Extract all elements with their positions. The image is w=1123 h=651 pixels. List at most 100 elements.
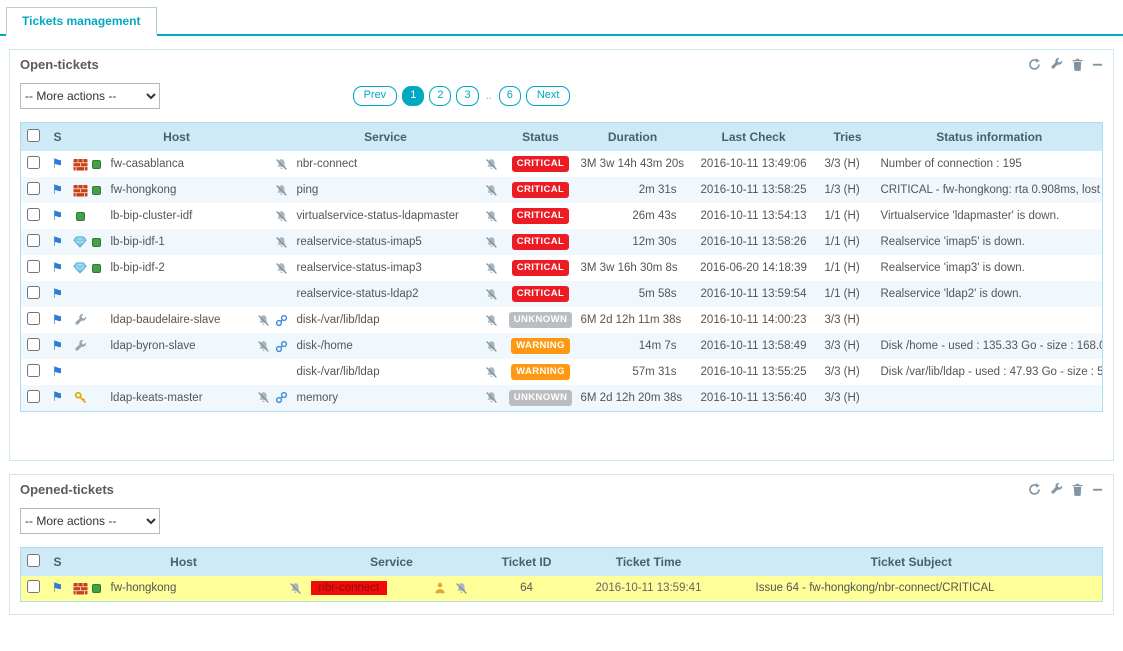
host-link[interactable]: lb-bip-cluster-idf bbox=[111, 210, 193, 222]
host-link[interactable]: fw-hongkong bbox=[111, 582, 177, 594]
trash-icon[interactable] bbox=[1072, 483, 1083, 496]
cell-service-icons bbox=[479, 255, 505, 281]
row-checkbox[interactable] bbox=[27, 208, 40, 221]
status-badge: CRITICAL bbox=[512, 182, 570, 198]
pagination-page-1[interactable]: 1 bbox=[402, 86, 424, 105]
service-link[interactable]: disk-/home bbox=[297, 340, 353, 352]
cell-host: lb-bip-idf-1 bbox=[107, 229, 247, 255]
service-link[interactable]: realservice-status-imap5 bbox=[297, 236, 422, 248]
cell-mid-icons bbox=[247, 177, 293, 203]
pagination-prev[interactable]: Prev bbox=[353, 86, 398, 105]
panel-title: Opened-tickets bbox=[20, 482, 114, 497]
cell-select bbox=[21, 333, 47, 359]
row-checkbox[interactable] bbox=[27, 338, 40, 351]
cell-host bbox=[107, 281, 247, 307]
host-link[interactable]: ldap-keats-master bbox=[111, 392, 203, 404]
cell-status-information: Disk /var/lib/ldap - used : 47.93 Go - s… bbox=[877, 359, 1103, 385]
wrench-icon[interactable] bbox=[1050, 58, 1063, 71]
cell-service: ping bbox=[293, 177, 479, 203]
row-checkbox[interactable] bbox=[27, 312, 40, 325]
wrench-icon[interactable] bbox=[1050, 483, 1063, 496]
cell-duration: 6M 2d 12h 20m 38s bbox=[577, 385, 689, 411]
table-row: ⚑ lb-bip-cluster-idf virtualservice-status… bbox=[21, 203, 1103, 229]
cell-service-icons bbox=[479, 307, 505, 333]
host-link[interactable]: fw-casablanca bbox=[111, 158, 185, 170]
host-link[interactable]: fw-hongkong bbox=[111, 184, 177, 196]
trash-icon[interactable] bbox=[1072, 58, 1083, 71]
cell-host: fw-casablanca bbox=[107, 151, 247, 177]
row-checkbox[interactable] bbox=[27, 286, 40, 299]
table-header-row: S Host Service Ticket ID Ticket Time Tic… bbox=[21, 547, 1103, 576]
service-link[interactable]: nbr-connect bbox=[311, 581, 388, 595]
cell-mid-icons bbox=[247, 229, 293, 255]
service-link[interactable]: disk-/var/lib/ldap bbox=[297, 366, 380, 378]
col-host-icons bbox=[69, 547, 107, 576]
service-link[interactable]: ping bbox=[297, 184, 319, 196]
cell-host: ldap-baudelaire-slave bbox=[107, 307, 247, 333]
cell-s: ⚑ bbox=[47, 359, 69, 385]
row-checkbox[interactable] bbox=[27, 182, 40, 195]
refresh-icon[interactable] bbox=[1028, 483, 1041, 496]
service-link[interactable]: virtualservice-status-ldapmaster bbox=[297, 210, 459, 222]
host-link[interactable]: ldap-byron-slave bbox=[111, 340, 196, 352]
service-link[interactable]: realservice-status-imap3 bbox=[297, 262, 422, 274]
cell-status-information: Realservice 'imap3' is down. bbox=[877, 255, 1103, 281]
row-checkbox[interactable] bbox=[27, 260, 40, 273]
row-checkbox[interactable] bbox=[27, 580, 40, 593]
bell-muted-icon bbox=[484, 313, 499, 327]
more-actions-select[interactable]: -- More actions -- bbox=[20, 508, 160, 534]
cell-ticket-subject: Issue 64 - fw-hongkong/nbr-connect/CRITI… bbox=[721, 576, 1103, 602]
panel-tools bbox=[1028, 58, 1103, 71]
link-icon[interactable] bbox=[274, 313, 289, 327]
cell-tries: 3/3 (H) bbox=[819, 333, 877, 359]
cell-service: memory bbox=[293, 385, 479, 411]
status-badge: UNKNOWN bbox=[509, 390, 572, 406]
pagination-next[interactable]: Next bbox=[526, 86, 571, 105]
pagination-page-6[interactable]: 6 bbox=[499, 86, 521, 105]
col-service: Service bbox=[307, 547, 477, 576]
host-link[interactable]: lb-bip-idf-1 bbox=[111, 236, 165, 248]
refresh-icon[interactable] bbox=[1028, 58, 1041, 71]
diamond-icon bbox=[73, 235, 87, 249]
cell-host-icons bbox=[69, 203, 107, 229]
service-link[interactable]: nbr-connect bbox=[297, 158, 358, 170]
status-badge: CRITICAL bbox=[512, 208, 570, 224]
pagination-page-3[interactable]: 3 bbox=[456, 86, 478, 105]
host-link[interactable]: lb-bip-idf-2 bbox=[111, 262, 165, 274]
table-row: ⚑lb-bip-idf-2realservice-status-imap3CRI… bbox=[21, 255, 1103, 281]
bell-muted-icon bbox=[484, 157, 499, 171]
tab-tickets-management[interactable]: Tickets management bbox=[6, 7, 157, 36]
collapse-icon[interactable] bbox=[1092, 484, 1103, 495]
cell-host-icons bbox=[69, 151, 107, 177]
bell-muted-icon bbox=[274, 235, 289, 249]
link-icon[interactable] bbox=[274, 339, 289, 353]
pagination-page-2[interactable]: 2 bbox=[429, 86, 451, 105]
open-tickets-body: -- More actions -- Prev123..6Next S Host… bbox=[10, 77, 1113, 460]
cell-status: WARNING bbox=[505, 359, 577, 385]
bell-muted-icon bbox=[484, 339, 499, 353]
cell-last-check: 2016-10-11 13:58:49 bbox=[689, 333, 819, 359]
row-checkbox[interactable] bbox=[27, 364, 40, 377]
link-icon[interactable] bbox=[274, 391, 289, 405]
more-actions-select[interactable]: -- More actions -- bbox=[20, 83, 160, 109]
cell-duration: 2m 31s bbox=[577, 177, 689, 203]
service-link[interactable]: memory bbox=[297, 392, 339, 404]
bell-muted-icon bbox=[454, 581, 469, 595]
row-checkbox[interactable] bbox=[27, 156, 40, 169]
bell-muted-icon bbox=[274, 157, 289, 171]
cell-mid-icons bbox=[247, 307, 293, 333]
service-link[interactable]: realservice-status-ldap2 bbox=[297, 288, 419, 300]
select-all-checkbox[interactable] bbox=[27, 129, 40, 142]
cell-select bbox=[21, 307, 47, 333]
host-link[interactable]: ldap-baudelaire-slave bbox=[111, 314, 221, 326]
cell-s: ⚑ bbox=[47, 203, 69, 229]
opened-tickets-panel: Opened-tickets -- More actions -- S bbox=[9, 474, 1114, 616]
opened-tickets-body: -- More actions -- S Host Service Ticket… bbox=[10, 502, 1113, 615]
cell-select bbox=[21, 255, 47, 281]
row-checkbox[interactable] bbox=[27, 234, 40, 247]
collapse-icon[interactable] bbox=[1092, 59, 1103, 70]
service-link[interactable]: disk-/var/lib/ldap bbox=[297, 314, 380, 326]
row-checkbox[interactable] bbox=[27, 390, 40, 403]
status-badge: CRITICAL bbox=[512, 234, 570, 250]
select-all-checkbox[interactable] bbox=[27, 554, 40, 567]
